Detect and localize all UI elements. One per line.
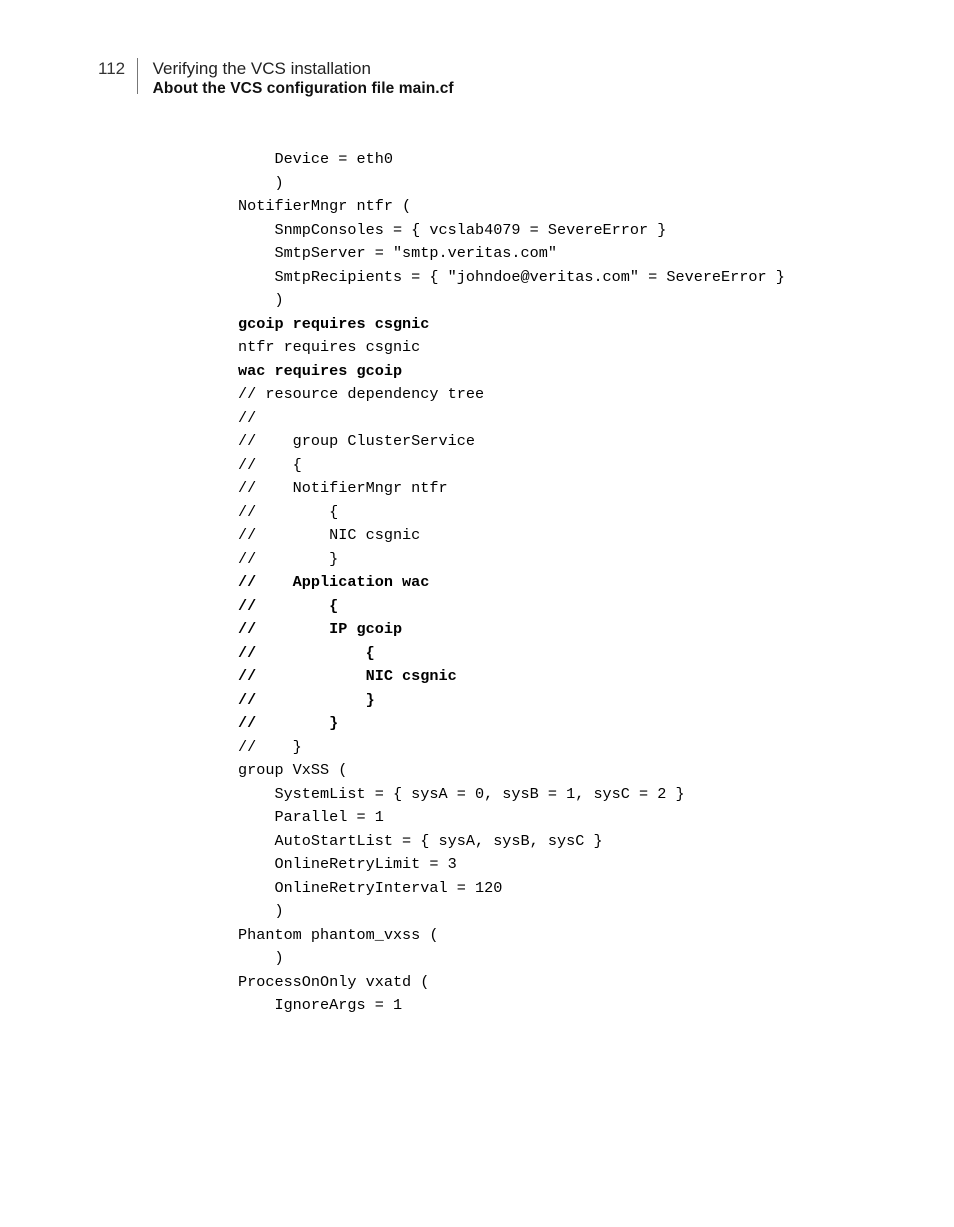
- header-chapter: Verifying the VCS installation: [153, 58, 454, 79]
- code-line: // }: [238, 548, 878, 572]
- code-line: AutoStartList = { sysA, sysB, sysC }: [238, 830, 878, 854]
- code-line: IgnoreArgs = 1: [238, 994, 878, 1018]
- header-separator: [137, 58, 138, 94]
- page-number: 112: [98, 58, 125, 79]
- code-line: Parallel = 1: [238, 806, 878, 830]
- code-line: wac requires gcoip: [238, 360, 878, 384]
- header-section: About the VCS configuration file main.cf: [153, 79, 454, 98]
- code-line: group VxSS (: [238, 759, 878, 783]
- code-line: // NotifierMngr ntfr: [238, 477, 878, 501]
- code-line: // NIC csgnic: [238, 524, 878, 548]
- code-line: SystemList = { sysA = 0, sysB = 1, sysC …: [238, 783, 878, 807]
- code-line: // IP gcoip: [238, 618, 878, 642]
- code-line: //: [238, 407, 878, 431]
- code-block: Device = eth0 )NotifierMngr ntfr ( SnmpC…: [238, 148, 878, 1018]
- header-text: Verifying the VCS installation About the…: [153, 58, 454, 99]
- code-line: // }: [238, 736, 878, 760]
- code-line: // NIC csgnic: [238, 665, 878, 689]
- code-line: NotifierMngr ntfr (: [238, 195, 878, 219]
- page-header: 112 Verifying the VCS installation About…: [98, 58, 454, 99]
- code-line: // }: [238, 689, 878, 713]
- code-line: Device = eth0: [238, 148, 878, 172]
- code-line: ): [238, 289, 878, 313]
- code-line: ): [238, 947, 878, 971]
- code-line: OnlineRetryInterval = 120: [238, 877, 878, 901]
- code-line: ntfr requires csgnic: [238, 336, 878, 360]
- code-line: // Application wac: [238, 571, 878, 595]
- code-line: ): [238, 900, 878, 924]
- code-line: ): [238, 172, 878, 196]
- code-line: SmtpServer = "smtp.veritas.com": [238, 242, 878, 266]
- code-line: Phantom phantom_vxss (: [238, 924, 878, 948]
- page: 112 Verifying the VCS installation About…: [0, 0, 954, 1227]
- code-line: gcoip requires csgnic: [238, 313, 878, 337]
- code-line: // {: [238, 595, 878, 619]
- code-line: SmtpRecipients = { "johndoe@veritas.com"…: [238, 266, 878, 290]
- code-line: // {: [238, 501, 878, 525]
- code-line: ProcessOnOnly vxatd (: [238, 971, 878, 995]
- code-line: // resource dependency tree: [238, 383, 878, 407]
- code-line: // group ClusterService: [238, 430, 878, 454]
- code-line: // }: [238, 712, 878, 736]
- code-line: SnmpConsoles = { vcslab4079 = SevereErro…: [238, 219, 878, 243]
- code-line: // {: [238, 454, 878, 478]
- code-line: // {: [238, 642, 878, 666]
- code-line: OnlineRetryLimit = 3: [238, 853, 878, 877]
